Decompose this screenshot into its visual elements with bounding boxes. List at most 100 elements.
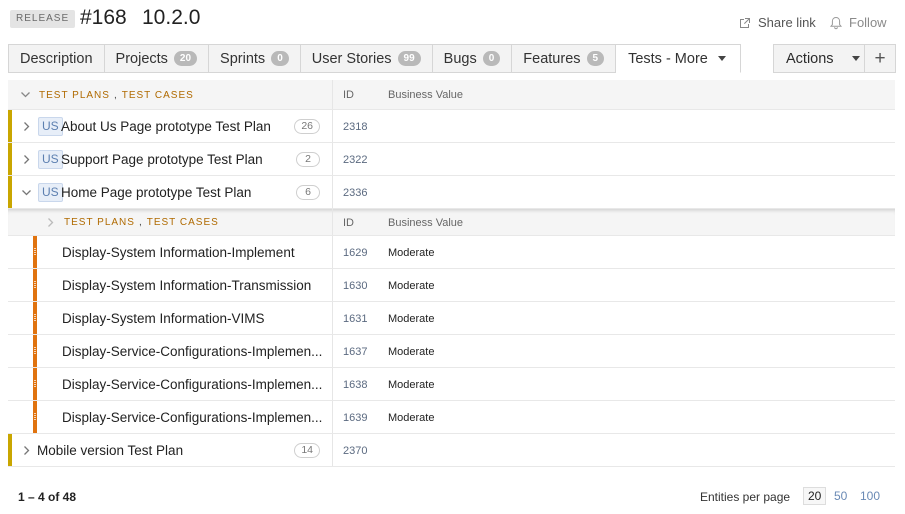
page-header: RELEASE #168 10.2.0 Share link Follow [0, 0, 905, 44]
business-value-cell[interactable]: Moderate [388, 335, 434, 368]
id-cell: 2336 [343, 186, 368, 199]
user-story-tag: US [38, 117, 63, 136]
business-value-cell[interactable]: Moderate [388, 368, 434, 401]
test-case-name[interactable]: Display-Service-Configurations-Implemen.… [62, 368, 322, 401]
test-case-row[interactable]: Display-System Information-VIMS 1631 Mod… [8, 302, 895, 335]
tab-label: Projects [115, 50, 168, 67]
test-case-row[interactable]: Display-System Information-Transmission … [8, 269, 895, 302]
business-value-cell[interactable]: Moderate [388, 302, 434, 335]
release-id: #168 [80, 6, 127, 29]
test-case-row[interactable]: Display-System Information-Implement 162… [8, 236, 895, 269]
test-plan-row-expanded[interactable]: US Home Page prototype Test Plan 6 2336 [8, 176, 895, 209]
id-cell: 1638 [343, 378, 368, 391]
test-plan-row[interactable]: Mobile version Test Plan 14 2370 [8, 434, 895, 467]
tab-label: Description [20, 50, 93, 67]
row-accent [33, 236, 37, 268]
row-accent [33, 368, 37, 400]
tab-projects[interactable]: Projects 20 [104, 44, 210, 73]
page-size-20[interactable]: 20 [803, 487, 827, 505]
column-header-business-value[interactable]: Business Value [388, 80, 463, 110]
column-divider [332, 434, 333, 466]
tab-bugs[interactable]: Bugs 0 [432, 44, 513, 73]
tab-sprints[interactable]: Sprints 0 [209, 44, 301, 73]
share-link-button[interactable]: Share link [738, 15, 816, 30]
test-case-name[interactable]: Display-Service-Configurations-Implemen.… [62, 335, 322, 368]
row-accent [8, 143, 12, 175]
chevron-down-icon [851, 56, 860, 61]
tab-label: Tests - More [628, 50, 708, 67]
tab-user-stories[interactable]: User Stories 99 [300, 44, 433, 73]
column-header-id[interactable]: ID [343, 209, 354, 236]
grouping-label[interactable]: TEST PLANS , TEST CASES [39, 80, 194, 110]
column-divider [332, 269, 333, 301]
id-cell: 1631 [343, 312, 368, 325]
tab-count-badge: 0 [482, 51, 501, 66]
nested-grid-header: TEST PLANS , TEST CASES ID Business Valu… [8, 209, 895, 236]
test-case-name[interactable]: Display-System Information-VIMS [62, 302, 265, 335]
row-accent [33, 302, 37, 334]
test-case-row[interactable]: Display-Service-Configurations-Implemen.… [8, 335, 895, 368]
test-case-count: 2 [296, 152, 320, 167]
test-plan-name[interactable]: Support Page prototype Test Plan [61, 143, 263, 176]
test-case-row[interactable]: Display-Service-Configurations-Implemen.… [8, 401, 895, 434]
row-accent [8, 176, 12, 208]
collapse-all-chevron-icon[interactable] [19, 89, 31, 100]
tab-bar: Description Projects 20 Sprints 0 User S… [8, 44, 741, 73]
id-cell: 2370 [343, 444, 368, 457]
add-tab-button[interactable]: + [865, 44, 896, 73]
user-story-tag: US [38, 183, 63, 202]
tab-features[interactable]: Features 5 [512, 44, 617, 73]
column-header-id[interactable]: ID [343, 80, 354, 110]
test-plan-row[interactable]: US About Us Page prototype Test Plan 26 … [8, 110, 895, 143]
chevron-right-icon[interactable] [44, 217, 56, 228]
row-accent [33, 335, 37, 367]
page-range: 1 – 4 of 48 [18, 490, 77, 504]
test-case-name[interactable]: Display-System Information-Transmission [62, 269, 311, 302]
tab-label: Bugs [443, 50, 477, 67]
actions-dropdown-button[interactable]: Actions [773, 44, 865, 73]
tab-description[interactable]: Description [8, 44, 105, 73]
column-divider [332, 80, 333, 109]
group-label-test-cases: TEST CASES [121, 89, 194, 101]
id-cell: 1629 [343, 246, 368, 259]
test-plan-row[interactable]: US Support Page prototype Test Plan 2 23… [8, 143, 895, 176]
column-header-business-value[interactable]: Business Value [388, 209, 463, 236]
page-size-100[interactable]: 100 [856, 487, 884, 505]
column-divider [332, 176, 333, 208]
test-case-name[interactable]: Display-Service-Configurations-Implemen.… [62, 401, 322, 434]
tab-tests-more[interactable]: Tests - More [616, 44, 741, 73]
group-separator: , [138, 217, 143, 228]
column-divider [332, 209, 333, 235]
business-value-cell[interactable]: Moderate [388, 269, 434, 302]
row-accent [33, 269, 37, 301]
actions-label: Actions [786, 50, 834, 67]
page-size-50[interactable]: 50 [830, 487, 851, 505]
release-name[interactable]: 10.2.0 [142, 6, 200, 30]
follow-label: Follow [849, 15, 887, 30]
follow-button[interactable]: Follow [829, 15, 887, 30]
test-plan-name[interactable]: About Us Page prototype Test Plan [61, 110, 271, 143]
bell-icon [829, 16, 843, 30]
test-plan-name[interactable]: Mobile version Test Plan [37, 434, 183, 467]
test-plan-name[interactable]: Home Page prototype Test Plan [61, 176, 251, 209]
group-separator: , [113, 89, 118, 101]
chevron-right-icon[interactable] [20, 154, 32, 165]
chevron-right-icon[interactable] [20, 121, 32, 132]
test-case-count: 26 [294, 119, 320, 134]
nested-grouping-label[interactable]: TEST PLANS , TEST CASES [64, 209, 219, 236]
business-value-cell[interactable]: Moderate [388, 401, 434, 434]
chevron-right-icon[interactable] [20, 445, 32, 456]
column-divider [332, 302, 333, 334]
chevron-down-icon[interactable] [20, 187, 32, 198]
tab-label: Sprints [220, 50, 266, 67]
column-divider [332, 335, 333, 367]
tab-count-badge: 99 [397, 51, 421, 66]
test-case-row[interactable]: Display-Service-Configurations-Implemen.… [8, 368, 895, 401]
tab-label: User Stories [311, 50, 392, 67]
business-value-cell[interactable]: Moderate [388, 236, 434, 269]
test-case-count: 6 [296, 185, 320, 200]
id-cell: 2318 [343, 120, 368, 133]
test-case-name[interactable]: Display-System Information-Implement [62, 236, 295, 269]
id-cell: 2322 [343, 153, 368, 166]
column-divider [332, 236, 333, 268]
